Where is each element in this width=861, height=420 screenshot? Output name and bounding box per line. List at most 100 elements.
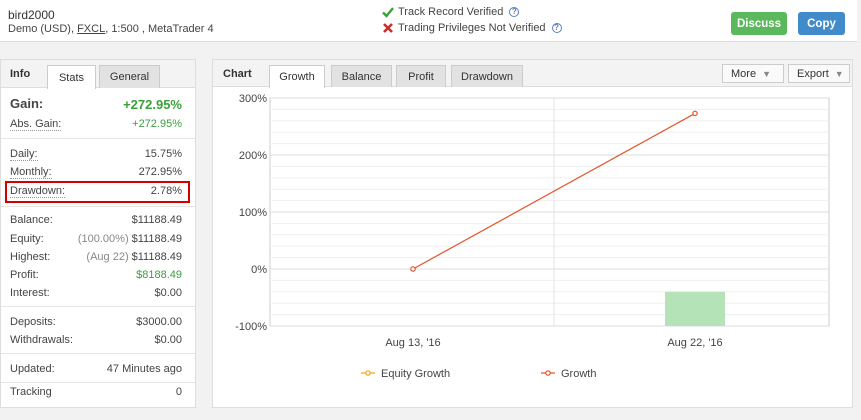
balance-label: Balance: bbox=[10, 214, 53, 226]
abs-gain-label[interactable]: Abs. Gain: bbox=[10, 118, 62, 131]
growth-point bbox=[410, 266, 416, 272]
panel-title: Info bbox=[10, 68, 31, 80]
chevron-down-icon: ▼ bbox=[762, 68, 771, 79]
interest-label: Interest: bbox=[10, 287, 50, 299]
legend-item-label: Equity Growth bbox=[381, 368, 450, 380]
tracking-label: Tracking bbox=[10, 386, 52, 398]
panel-title: Chart bbox=[223, 68, 252, 80]
balance-row: Balance: $11188.49 bbox=[10, 212, 182, 228]
account-type: Demo (USD), bbox=[8, 23, 75, 35]
withdrawals-row: Withdrawals: $0.00 bbox=[10, 332, 182, 348]
stats-panel: Info Stats General Gain: +272.95% Abs. G… bbox=[0, 59, 196, 408]
highest-value: $11188.49 bbox=[131, 251, 182, 263]
interest-row: Interest: $0.00 bbox=[10, 285, 182, 301]
help-icon[interactable]: ? bbox=[509, 7, 520, 17]
daily-label[interactable]: Daily: bbox=[10, 148, 38, 161]
monthly-row: Monthly: 272.95% bbox=[10, 164, 182, 180]
y-tick-label: 200% bbox=[239, 150, 267, 162]
abs-gain-row: Abs. Gain: +272.95% bbox=[10, 116, 182, 132]
account-platform: , 1:500 , MetaTrader 4 bbox=[105, 23, 214, 35]
daily-value: 15.75% bbox=[144, 148, 182, 160]
account-name[interactable]: bird2000 bbox=[8, 8, 55, 22]
stats-tab-bar: Info Stats General bbox=[1, 60, 195, 89]
tracking-row: Tracking 0 bbox=[10, 384, 182, 400]
trading-privileges-status: Trading Privileges Not Verified ? bbox=[382, 22, 562, 34]
updated-value: 47 Minutes ago bbox=[106, 363, 182, 375]
equity-row: Equity: (100.00%) $11188.49 bbox=[10, 231, 182, 247]
account-details: Demo (USD), FXCL, 1:500 , MetaTrader 4 bbox=[8, 23, 214, 35]
tab-stats[interactable]: Stats bbox=[47, 65, 96, 89]
legend-swatch-marker bbox=[365, 370, 371, 376]
highest-date: (Aug 22) bbox=[86, 251, 129, 263]
drawdown-bar bbox=[665, 291, 725, 326]
checkmark-icon bbox=[382, 7, 394, 18]
tab-profit[interactable]: Profit bbox=[396, 65, 446, 87]
monthly-value: 272.95% bbox=[138, 166, 182, 178]
discuss-button[interactable]: Discuss bbox=[731, 12, 787, 35]
balance-value: $11188.49 bbox=[131, 214, 182, 226]
updated-label: Updated: bbox=[10, 363, 55, 375]
withdrawals-value: $0.00 bbox=[154, 334, 182, 346]
more-dropdown[interactable]: More ▼ bbox=[722, 64, 784, 83]
x-tick-label: Aug 22, '16 bbox=[667, 337, 722, 349]
tab-general[interactable]: General bbox=[99, 65, 160, 88]
tab-balance[interactable]: Balance bbox=[331, 65, 392, 87]
copy-button[interactable]: Copy bbox=[798, 12, 845, 35]
export-label: Export bbox=[797, 67, 829, 80]
broker-link[interactable]: FXCL bbox=[77, 23, 105, 35]
y-tick-label: -100% bbox=[235, 321, 267, 333]
gain-value: +272.95% bbox=[123, 96, 182, 112]
chevron-down-icon: ▼ bbox=[834, 68, 844, 79]
divider bbox=[1, 382, 195, 383]
growth-chart: 300% 200% 100% 0% -100% Aug 13, '16 Aug 22, '… bbox=[235, 93, 830, 380]
tracking-value: 0 bbox=[175, 386, 182, 398]
equity-label: Equity: bbox=[10, 233, 44, 245]
help-icon[interactable]: ? bbox=[551, 23, 562, 33]
cross-icon bbox=[383, 23, 393, 33]
drawdown-highlight bbox=[5, 181, 190, 203]
chart-grid bbox=[269, 97, 830, 327]
equity-value: $11188.49 bbox=[131, 233, 182, 245]
interest-value: $0.00 bbox=[154, 287, 182, 299]
equity-percent: (100.00%) bbox=[77, 233, 129, 245]
chart-bars bbox=[665, 291, 725, 326]
monthly-label[interactable]: Monthly: bbox=[10, 166, 52, 179]
trading-privileges-label: Trading Privileges Not Verified bbox=[398, 22, 546, 34]
x-axis-labels: Aug 13, '16 Aug 22, '16 bbox=[385, 337, 722, 349]
more-label: More bbox=[731, 67, 757, 80]
divider bbox=[1, 353, 195, 354]
growth-point bbox=[692, 110, 698, 117]
tab-growth[interactable]: Growth bbox=[269, 65, 325, 88]
track-record-label: Track Record Verified bbox=[398, 6, 504, 18]
divider bbox=[1, 206, 195, 207]
tab-drawdown[interactable]: Drawdown bbox=[451, 65, 523, 87]
profit-row: Profit: $8188.49 bbox=[10, 267, 182, 283]
highest-row: Highest: (Aug 22) $11188.49 bbox=[10, 249, 182, 265]
chart-panel: Chart Growth Balance Profit Drawdown Mor… bbox=[212, 59, 853, 408]
legend-swatch-marker bbox=[545, 370, 551, 376]
gain-row: Gain: +272.95% bbox=[10, 96, 182, 112]
updated-row: Updated: 47 Minutes ago bbox=[10, 361, 182, 377]
export-dropdown[interactable]: Export ▼ bbox=[788, 64, 850, 83]
deposits-label: Deposits: bbox=[10, 316, 56, 328]
x-tick-label: Aug 13, '16 bbox=[385, 337, 440, 349]
profit-value: $8188.49 bbox=[136, 269, 182, 281]
profit-label: Profit: bbox=[10, 269, 39, 281]
withdrawals-label: Withdrawals: bbox=[10, 334, 73, 346]
y-tick-label: 300% bbox=[239, 93, 267, 105]
y-axis-labels: 300% 200% 100% 0% -100% bbox=[235, 93, 267, 333]
highest-label: Highest: bbox=[10, 251, 51, 263]
abs-gain-value: +272.95% bbox=[132, 118, 182, 130]
divider bbox=[1, 306, 195, 307]
account-header: bird2000 Demo (USD), FXCL, 1:500 , MetaT… bbox=[0, 0, 857, 42]
legend-item-label: Growth bbox=[561, 368, 596, 380]
chart-tab-bar: Chart Growth Balance Profit Drawdown Mor… bbox=[213, 60, 852, 88]
deposits-row: Deposits: $3000.00 bbox=[10, 314, 182, 330]
y-tick-label: 100% bbox=[239, 207, 267, 219]
daily-row: Daily: 15.75% bbox=[10, 146, 182, 162]
track-record-status: Track Record Verified ? bbox=[382, 6, 520, 18]
y-tick-label: 0% bbox=[251, 264, 267, 276]
divider bbox=[1, 138, 195, 139]
gain-label: Gain: bbox=[10, 96, 44, 111]
chart-legend[interactable]: Equity Growth Growth bbox=[361, 368, 596, 380]
